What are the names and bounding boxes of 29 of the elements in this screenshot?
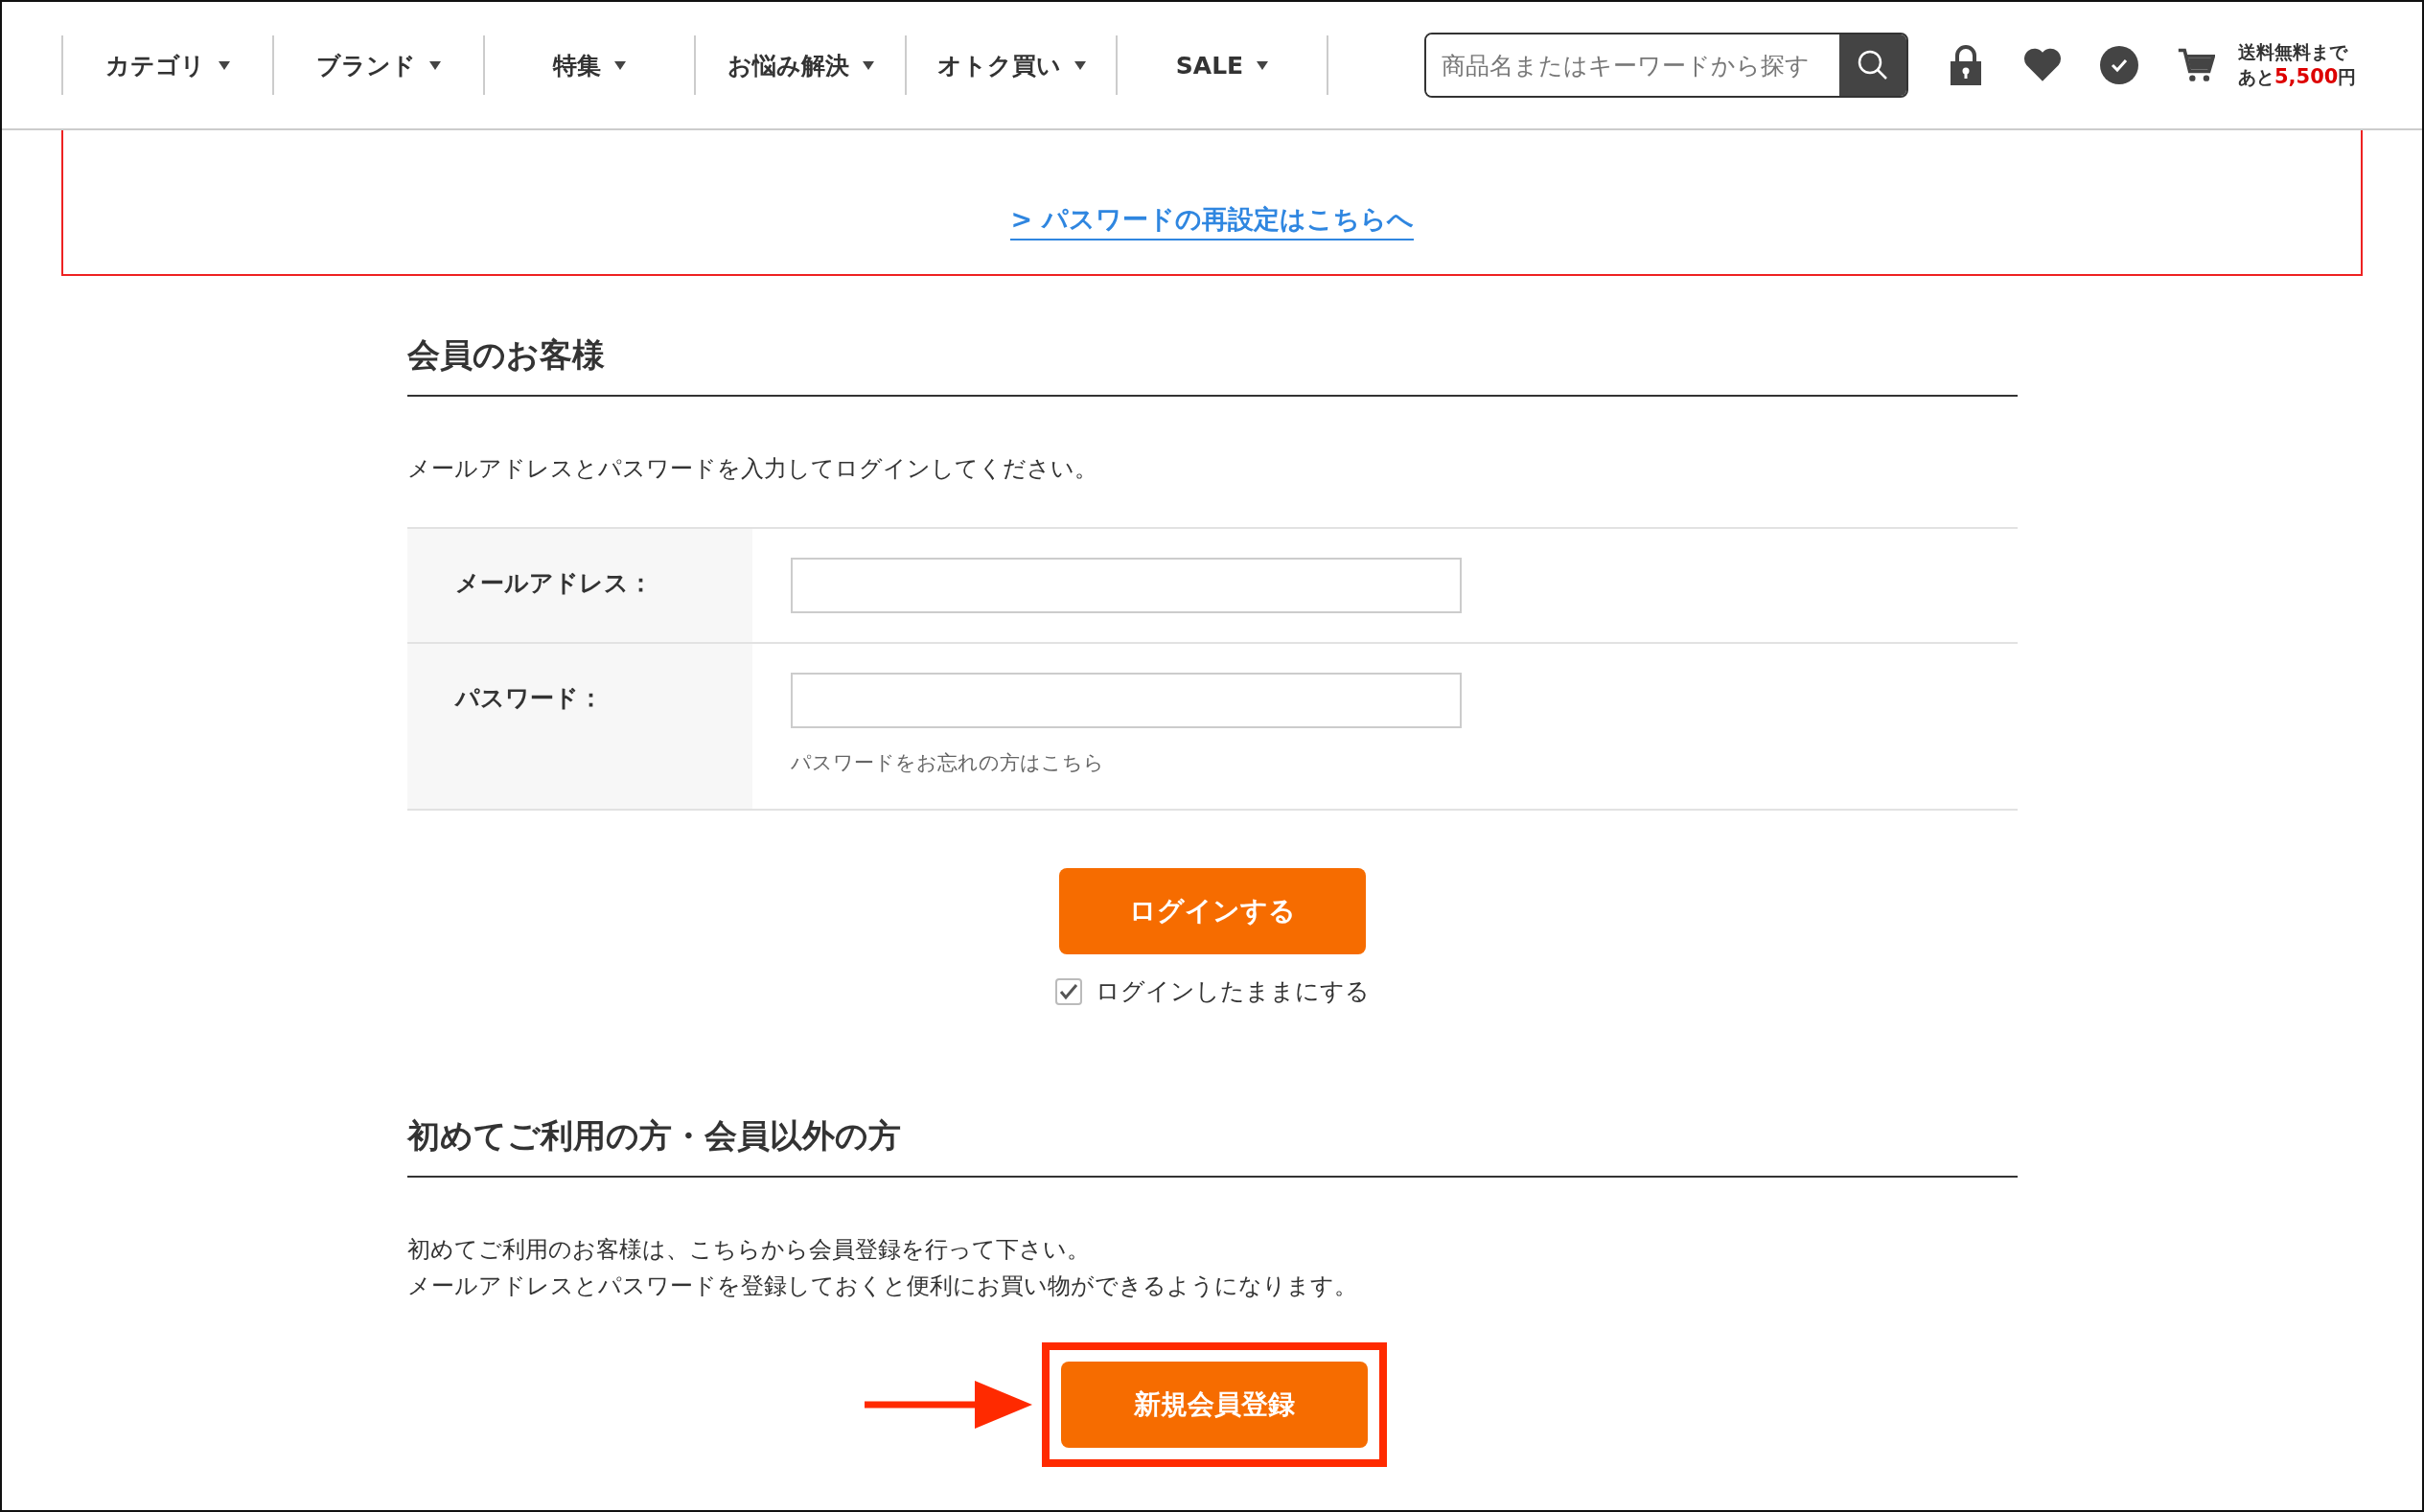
section-heading: 初めてご利用の方・会員以外の方: [406, 1114, 2018, 1178]
shipping-notice: 送料無料まで あと 5,500円: [2238, 40, 2357, 90]
description-text: メールアドレスとパスワードを入力してログインしてください。: [406, 454, 1098, 484]
search-icon: [1857, 49, 1889, 81]
forgot-password-link[interactable]: パスワードをお忘れの方はこちら: [790, 749, 1979, 780]
checkbox-label: ログインしたままにする: [1095, 976, 1370, 1007]
search-button[interactable]: [1839, 34, 1906, 96]
nav-item[interactable]: カテゴリ: [61, 35, 272, 95]
check-circle-icon[interactable]: [2100, 44, 2138, 86]
caret-icon: [614, 60, 626, 70]
nav-item[interactable]: SALE: [1116, 35, 1327, 95]
nav-item[interactable]: オトク買い: [905, 35, 1116, 95]
input-field[interactable]: [790, 558, 1462, 613]
nav-item[interactable]: お悩み解決: [694, 35, 905, 95]
nav-item[interactable]: 特集: [483, 35, 694, 95]
caret-icon: [429, 60, 441, 70]
password-reset-link[interactable]: > パスワードの再設定はこちらへ: [1010, 202, 1414, 241]
caret-icon: [1073, 60, 1086, 70]
section-heading: 会員のお客様: [406, 333, 2018, 397]
input-field[interactable]: [790, 673, 1462, 728]
caret-icon: [1257, 60, 1269, 70]
field-label: パスワード：: [454, 684, 603, 712]
description-text: 初めてご利用のお客様は、こちらから会員登録を行って下さい。 メールアドレスとパスワードを登録しておくと便利にお買い物ができるようになります。: [406, 1235, 1358, 1301]
caret-icon: [219, 60, 230, 70]
search-field[interactable]: 商品名またはキーワードから探す: [1424, 33, 1908, 98]
field-label: メールアドレス：: [454, 569, 653, 597]
caret-icon: [862, 60, 874, 70]
checkbox[interactable]: [1054, 977, 1082, 1005]
nav-item[interactable]: ブランド: [272, 35, 483, 95]
